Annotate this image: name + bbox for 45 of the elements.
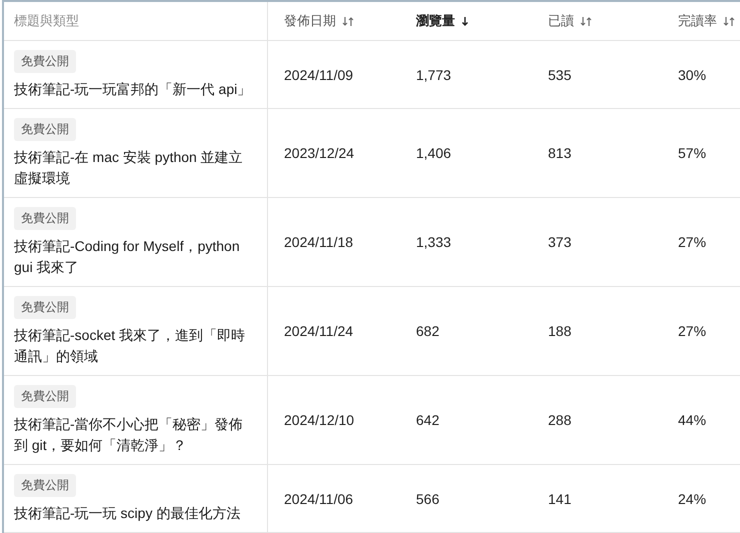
article-title[interactable]: 技術筆記-玩一玩富邦的「新一代 api」	[14, 79, 252, 100]
column-header: 標題與類型	[14, 12, 79, 30]
table-cell: 2024/11/18	[284, 234, 354, 250]
table-cell: 2024/11/09	[284, 66, 354, 82]
article-title[interactable]: 技術筆記-socket 我來了，進到「即時通訊」的領域	[14, 325, 255, 367]
article-title[interactable]: 技術筆記-Coding for Myself，python gui 我來了	[14, 236, 255, 278]
sort-descending-icon[interactable]	[461, 16, 469, 26]
table-cell: 813	[548, 145, 572, 161]
table-cell: 2024/11/06	[284, 490, 354, 506]
column-header[interactable]: 完讀率	[678, 12, 717, 30]
article-title[interactable]: 技術筆記-玩一玩 scipy 的最佳化方法	[14, 503, 240, 524]
tag: 免費公開	[14, 207, 76, 230]
table-cell: 535	[548, 66, 572, 82]
sort-icon[interactable]	[580, 16, 592, 26]
table-cell: 642	[416, 412, 440, 428]
table-cell: 57%	[678, 145, 706, 161]
tag: 免費公開	[14, 118, 76, 141]
table-cell: 27%	[678, 323, 706, 339]
table-cell: 1,773	[416, 66, 452, 82]
column-header[interactable]: 發佈日期	[284, 12, 336, 30]
table-cell: 1,406	[416, 145, 452, 161]
table-cell: 27%	[678, 234, 706, 250]
table-cell: 30%	[678, 66, 706, 82]
table-cell: 288	[548, 412, 572, 428]
article-title[interactable]: 技術筆記-在 mac 安裝 python 並建立虛擬環境	[14, 147, 255, 189]
table-cell: 373	[548, 234, 572, 250]
sort-icon[interactable]	[342, 16, 354, 26]
table-cell: 44%	[678, 412, 706, 428]
tag: 免費公開	[14, 385, 76, 408]
table-cell: 2024/11/24	[284, 323, 354, 339]
tag: 免費公開	[14, 50, 76, 73]
article-title[interactable]: 技術筆記-當你不小心把「秘密」發佈到 git，要如何「清乾淨」？	[14, 414, 255, 456]
table-cell: 141	[548, 490, 572, 506]
column-header[interactable]: 瀏覽量	[416, 12, 455, 30]
table-cell: 682	[416, 323, 440, 339]
tag: 免費公開	[14, 296, 76, 319]
table-cell: 2024/12/10	[284, 412, 354, 428]
sort-icon[interactable]	[723, 16, 735, 26]
table-cell: 566	[416, 490, 440, 506]
table-cell: 188	[548, 323, 572, 339]
tag: 免費公開	[14, 474, 76, 497]
table-cell: 1,333	[416, 234, 452, 250]
table-cell: 24%	[678, 490, 706, 506]
column-header[interactable]: 已讀	[548, 12, 574, 30]
table-cell: 2023/12/24	[284, 145, 354, 161]
